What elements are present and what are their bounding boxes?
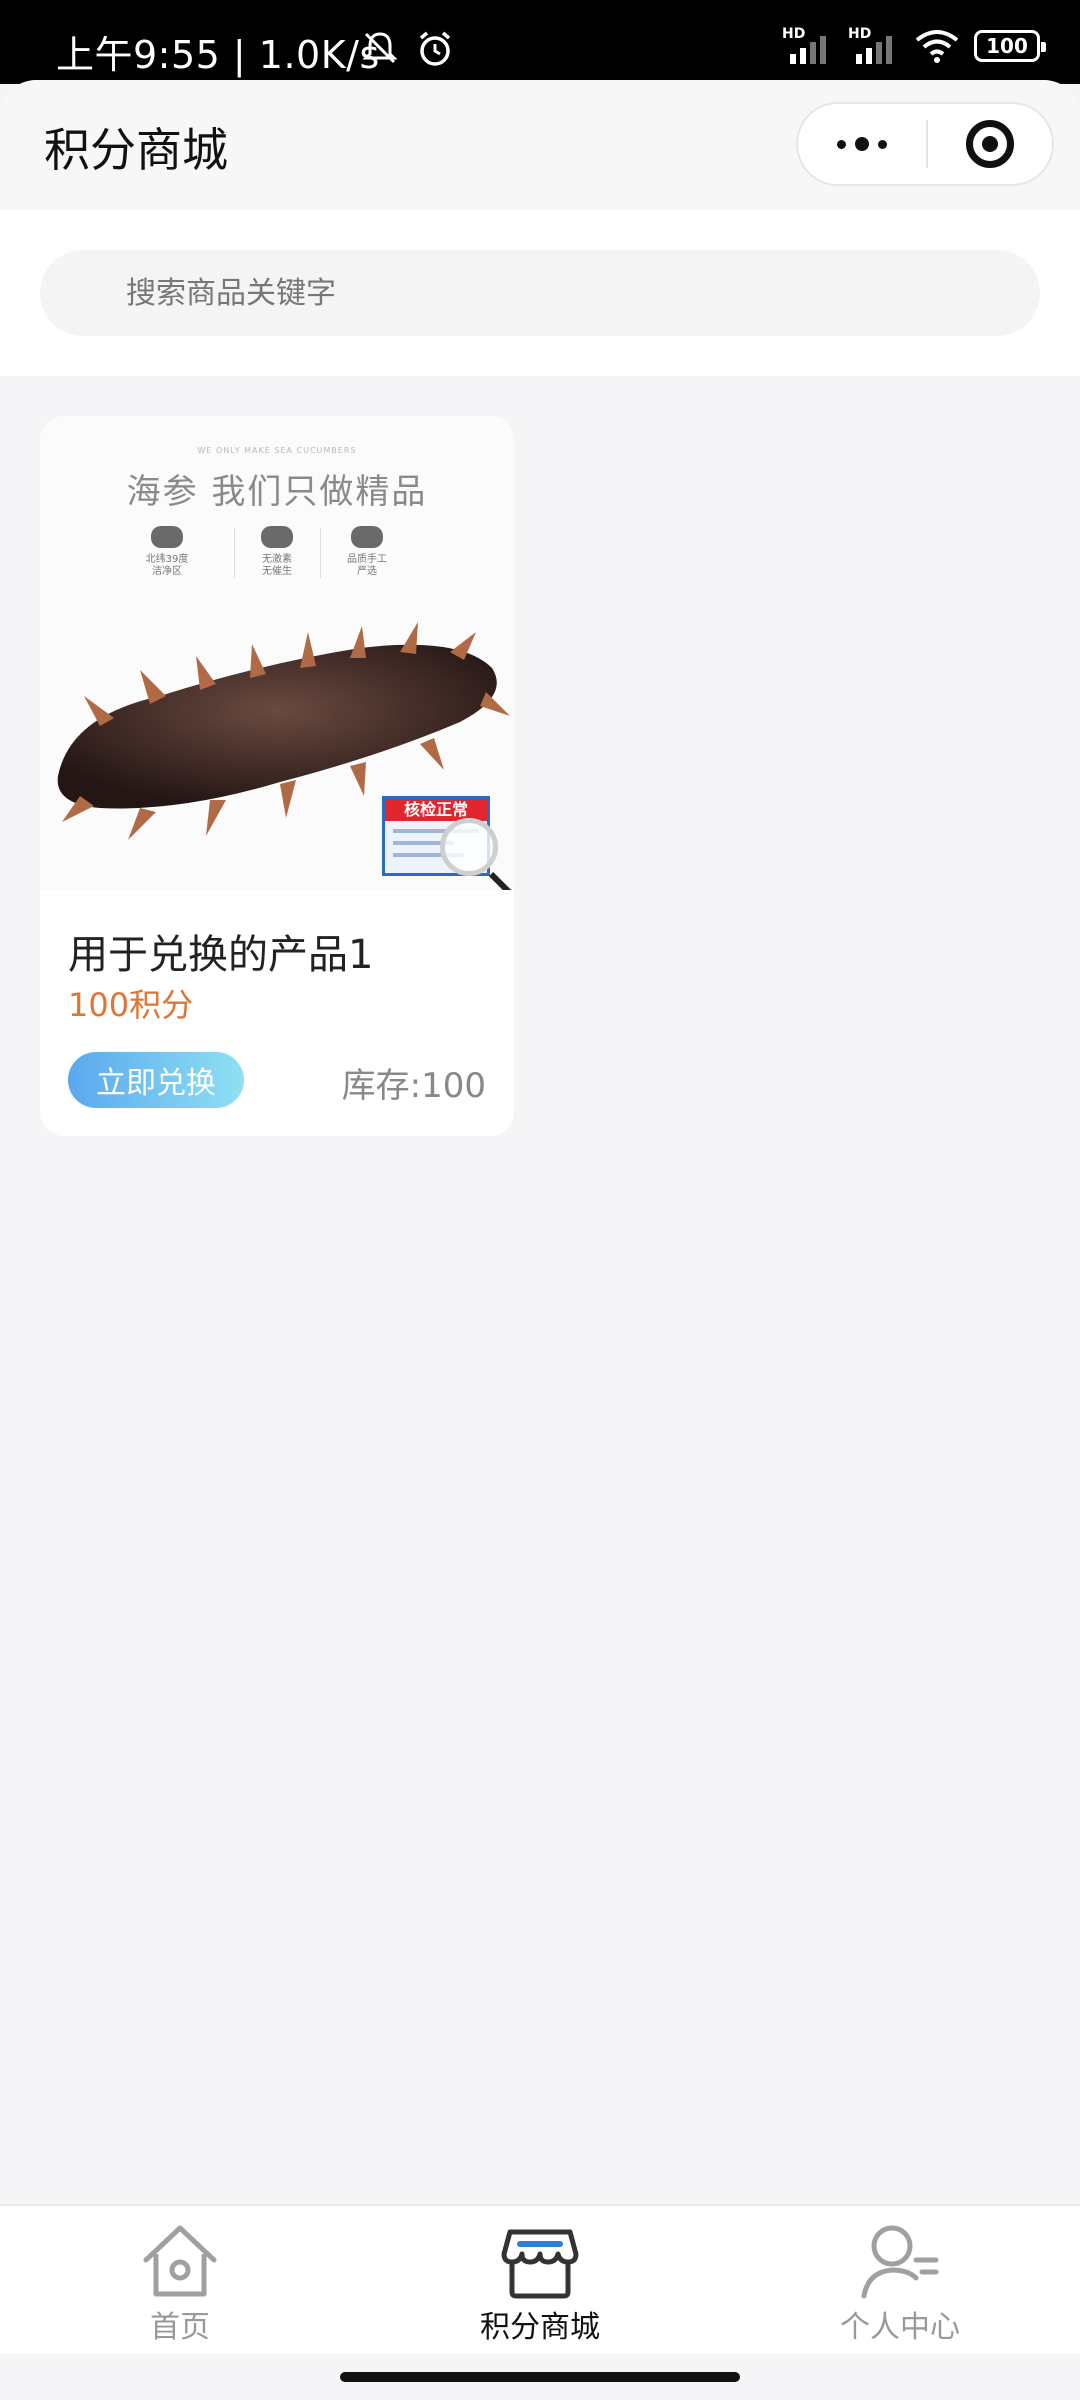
search-area: [0, 210, 1080, 376]
battery-level: 100: [986, 34, 1028, 58]
tab-home[interactable]: 首页: [0, 2206, 360, 2354]
leaf-icon: [261, 526, 293, 548]
product-image[interactable]: WE ONLY MAKE SEA CUCUMBERS 海参 我们只做精品 北纬3…: [40, 416, 514, 890]
home-indicator[interactable]: [340, 2372, 740, 2382]
user-icon: [861, 2225, 939, 2299]
store-icon: [501, 2229, 579, 2299]
feature-line: 北纬39度: [145, 554, 189, 565]
product-stock: 库存:100: [341, 1066, 486, 1106]
miniapp-capsule: [796, 102, 1054, 186]
fish-icon: [151, 526, 183, 548]
battery-icon: 100: [974, 30, 1046, 62]
screen: 上午9:55 | 1.0K/s HD HD 100 积分商城 搜索商品关键字 W…: [0, 0, 1080, 2400]
hand-icon: [351, 526, 383, 548]
status-time: 上午9:55 | 1.0K/s: [56, 33, 380, 77]
alarm-icon: [419, 31, 451, 66]
tab-points-mall[interactable]: 积分商城: [360, 2206, 720, 2354]
product-points: 100积分: [68, 986, 194, 1024]
image-feature: 北纬39度 洁净区: [112, 526, 222, 578]
tab-bar: 首页 积分商城 个人中心: [0, 2204, 1080, 2354]
signal-icon: HD: [782, 26, 834, 66]
home-icon: [143, 2225, 217, 2297]
status-bar: 上午9:55 | 1.0K/s HD HD 100: [0, 0, 1080, 84]
product-card[interactable]: WE ONLY MAKE SEA CUCUMBERS 海参 我们只做精品 北纬3…: [40, 416, 514, 1136]
feature-line: 洁净区: [152, 566, 182, 577]
tab-profile[interactable]: 个人中心: [720, 2206, 1080, 2354]
redeem-button[interactable]: 立即兑换: [68, 1052, 244, 1108]
page-title: 积分商城: [44, 123, 228, 177]
feature-line: 品质手工: [347, 554, 387, 565]
signal-icon-2: HD: [848, 26, 900, 66]
target-icon: [966, 120, 1014, 168]
product-name[interactable]: 用于兑换的产品1: [68, 922, 373, 980]
wifi-icon: [915, 30, 959, 63]
image-headline: 海参 我们只做精品: [126, 472, 428, 512]
image-tagline: WE ONLY MAKE SEA CUCUMBERS: [197, 446, 357, 455]
status-icons: HD HD 100: [782, 26, 1046, 66]
nav-header: 积分商城: [0, 80, 1080, 210]
feature-line: 严选: [357, 566, 377, 577]
tab-points-mall-label: 积分商城: [480, 2310, 600, 2345]
magnifier-icon: [440, 818, 498, 876]
mute-icon: [362, 32, 398, 64]
search-input[interactable]: [40, 250, 1040, 336]
image-feature: 品质手工 严选: [312, 526, 422, 578]
close-button[interactable]: [928, 104, 1052, 184]
tab-home-label: 首页: [150, 2310, 210, 2345]
more-button[interactable]: [798, 104, 926, 184]
tab-profile-label: 个人中心: [840, 2310, 960, 2345]
